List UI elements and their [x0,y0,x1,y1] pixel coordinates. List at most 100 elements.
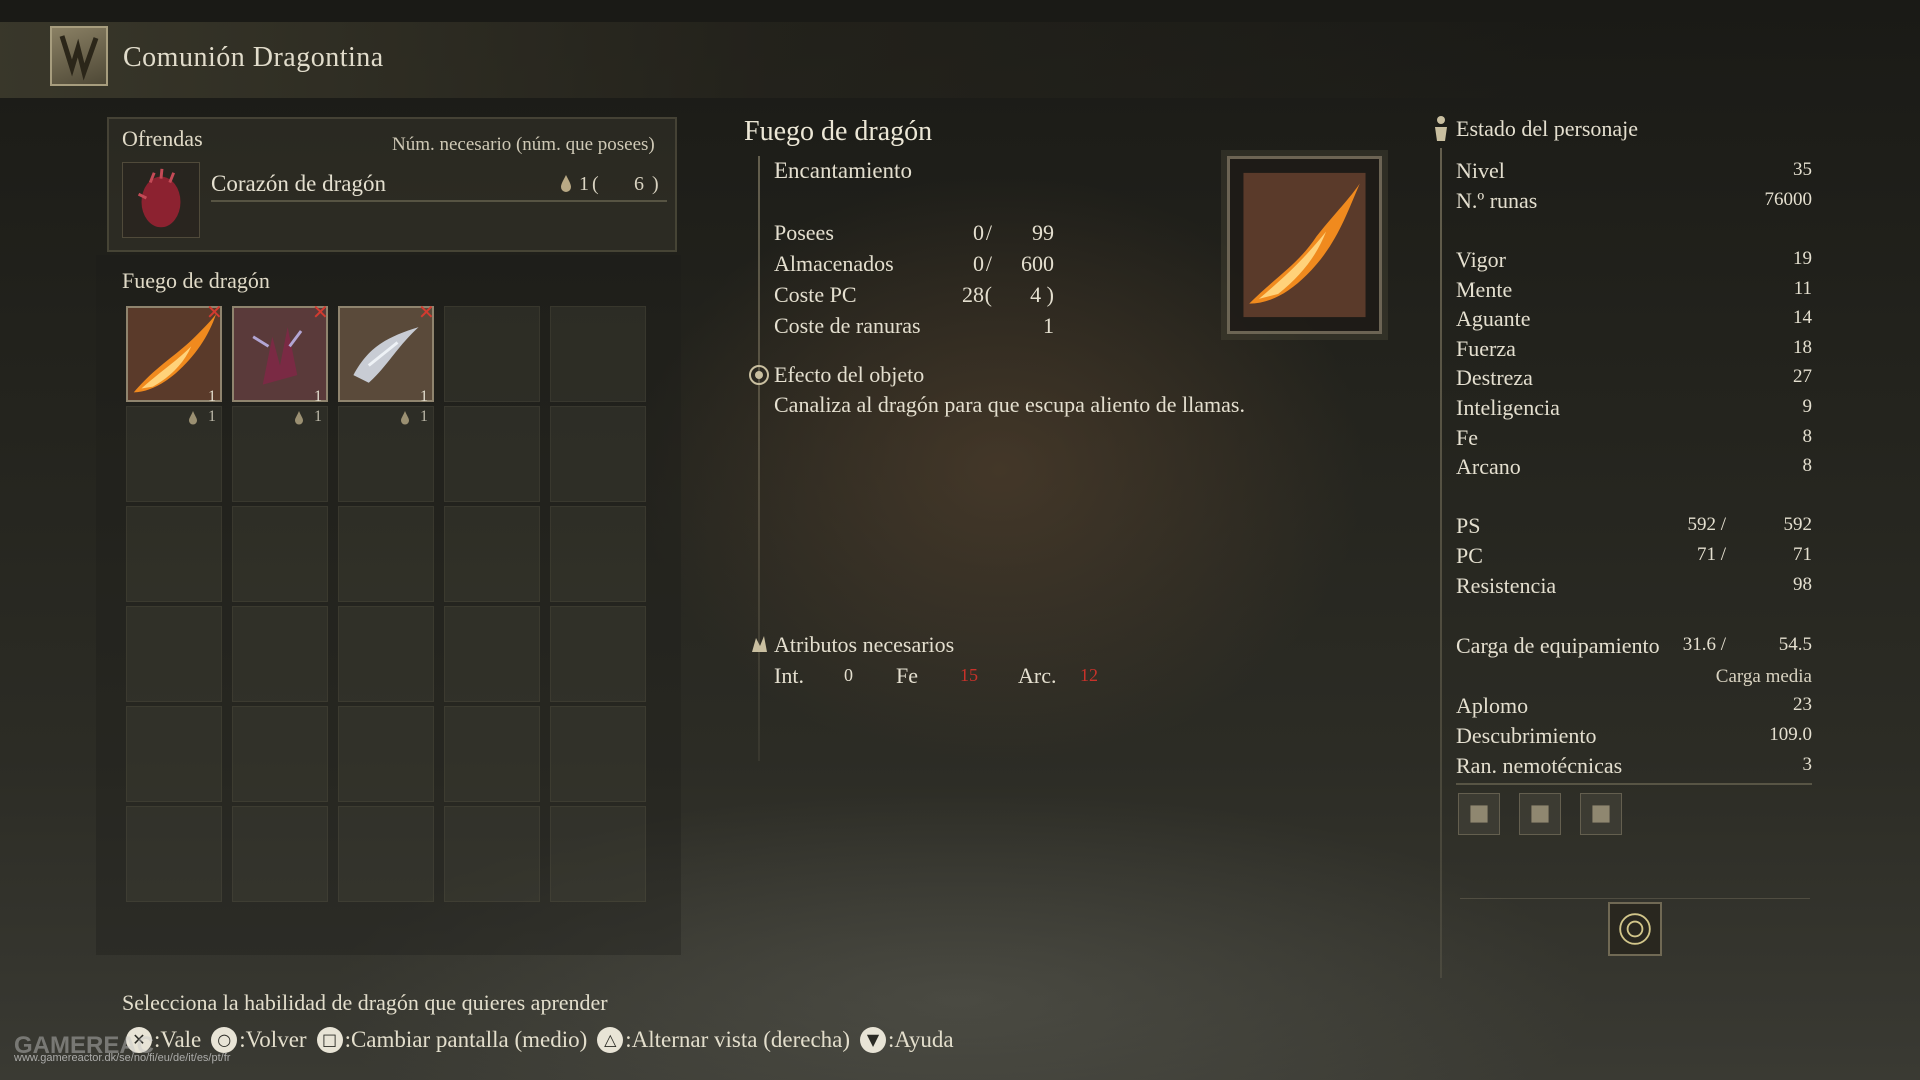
grid-slot-empty[interactable] [550,306,646,402]
stat-poise: Aplomo 23 [1456,693,1812,721]
grid-slot-empty[interactable] [338,706,434,802]
grid-slot-empty[interactable] [444,306,540,402]
stat-label: Fuerza [1456,336,1516,361]
stat-max: 71 [1793,544,1812,565]
stat-value-max: 600 [1021,251,1054,276]
stat-label: Fe [1456,425,1478,450]
stat-value: 109.0 [1769,724,1812,745]
grid-title: Fuego de dragón [122,268,270,293]
stat-value: 98 [1793,574,1812,595]
stat-current: 592 / [1687,514,1726,535]
character-status-title: Estado del personaje [1456,116,1639,141]
stat-value: 23 [1793,694,1812,715]
memory-slot-icon[interactable] [1458,793,1500,835]
grid-slot-empty[interactable] [126,606,222,702]
slot-quantity: 1 [314,388,322,405]
grid-slot-empty[interactable] [550,406,646,502]
slot-quantity: 1 [420,388,428,405]
stat-row-coste-pc: Coste PC 28 ( 4 ) [774,282,1054,310]
dragon-heart-icon [122,162,200,238]
stat-label: Ran. nemotécnicas [1456,753,1623,778]
grid-slot-empty[interactable] [550,606,646,702]
attr-value-int: 0 [844,665,853,685]
emblem-divider [1460,898,1810,899]
stat-runes: N.º runas 76000 [1456,188,1812,216]
stat-destreza: Destreza 27 [1456,365,1812,393]
stat-label: Destreza [1456,365,1533,390]
grid-slot-empty[interactable] [232,506,328,602]
grid-slot-empty[interactable] [444,706,540,802]
grid-slot-empty[interactable] [126,406,222,502]
stat-value: 11 [1793,278,1812,299]
grid-slot-empty[interactable] [338,806,434,902]
memory-slot-icon[interactable] [1580,793,1622,835]
stat-fe: Fe 8 [1456,425,1812,453]
stat-value: 3 [1802,754,1813,775]
grid-slot-empty[interactable] [444,606,540,702]
stat-label: Posees [774,220,834,245]
grid-slot-empty[interactable] [550,706,646,802]
remove-mark-icon: ✕ [206,300,223,324]
grid-slot-empty[interactable] [126,506,222,602]
required-item-name: Corazón de dragón [211,171,386,196]
stat-label: N.º runas [1456,188,1538,213]
grid-slot-empty[interactable] [444,506,540,602]
stat-row-coste-ranuras: Coste de ranuras 1 [774,313,1054,341]
stat-row-posees: Posees 0 / 99 [774,220,1054,248]
stat-value-current: 0 [973,251,984,276]
grid-slot-empty[interactable] [444,406,540,502]
stat-separator: / [985,220,992,245]
stat-value-max: 1 [1043,313,1054,338]
stat-value-current: 0 [973,220,984,245]
grid-slot-empty[interactable] [444,806,540,902]
prompt-back[interactable]: ○:Volver [211,1027,307,1053]
grid-slot-empty[interactable] [550,806,646,902]
stat-value: 8 [1802,426,1813,447]
stat-current: 71 / [1696,544,1726,565]
remove-mark-icon: ✕ [418,300,435,324]
stat-label: Inteligencia [1456,395,1560,420]
prompt-help[interactable]: ▼:Ayuda [860,1027,954,1053]
prompt-toggle-view[interactable]: △:Alternar vista (derecha) [597,1027,850,1053]
grid-slot-empty[interactable] [232,406,328,502]
grid-slot-empty[interactable] [338,506,434,602]
stat-value: 18 [1793,337,1812,358]
attr-label-arc: Arc. [1018,663,1057,688]
stat-label: Carga de equipamiento [1456,633,1660,658]
grid-slot-empty[interactable] [550,506,646,602]
stat-aguante: Aguante 14 [1456,306,1812,334]
grid-slot-empty[interactable] [126,706,222,802]
grid-slot-empty[interactable] [232,706,328,802]
stat-value: 76000 [1764,189,1813,210]
offerings-title: Ofrendas [122,126,203,151]
hint-text: Selecciona la habilidad de dragón que qu… [122,990,608,1015]
grid-slot-empty[interactable] [232,606,328,702]
item-name: Fuego de dragón [744,116,933,147]
stat-max: 54.5 [1778,634,1812,655]
grid-slot-empty[interactable] [338,606,434,702]
watermark-url: www.gamereactor.dk/se/no/fi/eu/de/it/es/… [14,1052,231,1064]
stat-value: 9 [1802,396,1813,417]
attr-value-arc: 12 [1080,665,1098,685]
stat-label: Nivel [1456,158,1505,183]
offering-drop-icon [561,175,571,192]
memory-slot-icon[interactable] [1519,793,1561,835]
grid-slot-empty[interactable] [232,806,328,902]
stat-label: Vigor [1456,247,1507,272]
grid-slot-empty[interactable] [126,806,222,902]
circle-button-icon: ○ [211,1027,238,1053]
stat-label: Mente [1456,277,1513,302]
stat-hp: PS 592 / 592 [1456,513,1812,541]
stat-label: Coste PC [774,282,857,307]
stat-max: 592 [1783,514,1813,535]
button-prompts: ✕:Vale ○:Volver □:Cambiar pantalla (medi… [126,1024,954,1056]
effect-title: Efecto del objeto [774,362,925,387]
stat-value-max: 99 [1032,220,1054,245]
prompt-label: :Alternar vista (derecha) [625,1027,851,1052]
square-button-icon: □ [316,1027,343,1053]
stat-label: Coste de ranuras [774,313,921,338]
attributes-icon [752,636,767,652]
prompt-switch-screen[interactable]: □:Cambiar pantalla (medio) [316,1027,587,1053]
grid-slot-empty[interactable] [338,406,434,502]
equip-load-state: Carga media [1715,666,1812,687]
